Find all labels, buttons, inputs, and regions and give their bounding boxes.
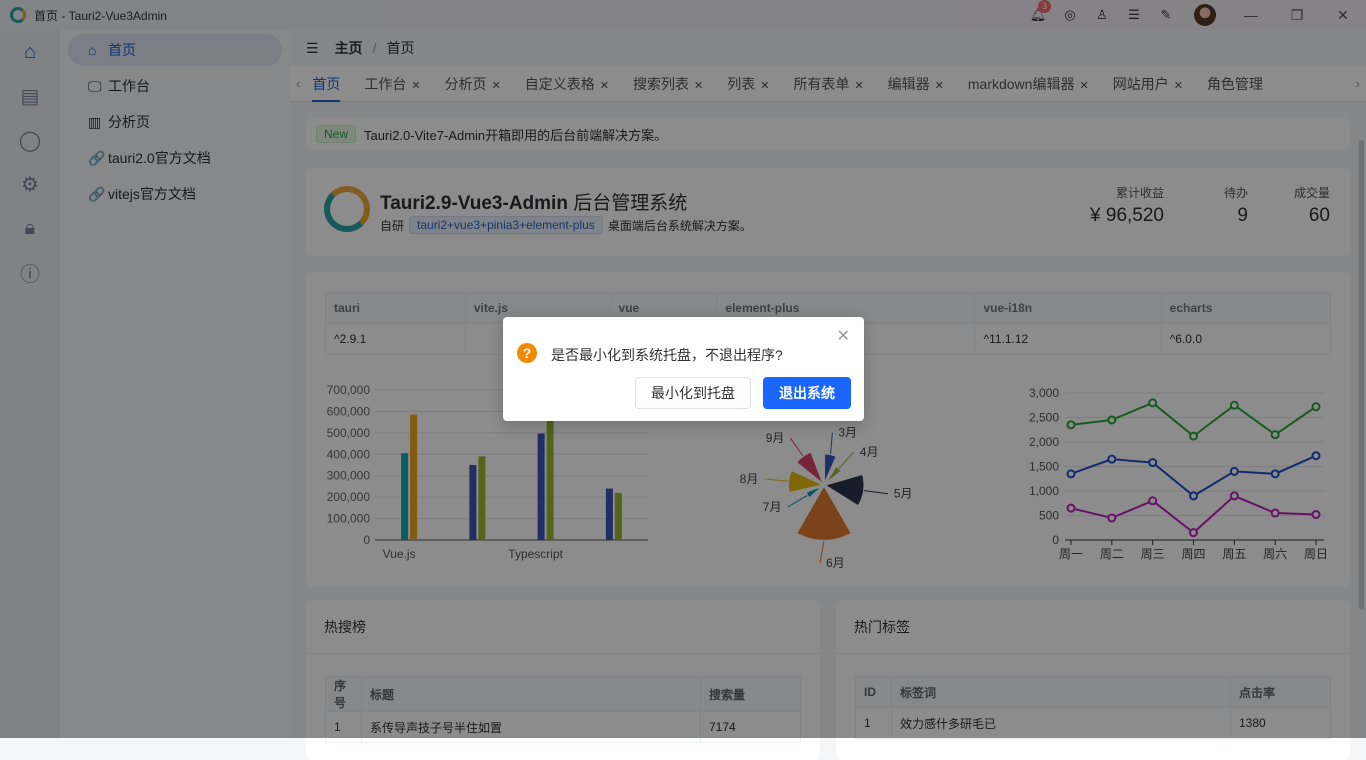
- confirm-dialog: ? 是否最小化到系统托盘，不退出程序? ✕ 最小化到托盘 退出系统: [503, 317, 864, 421]
- question-icon: ?: [517, 343, 537, 363]
- exit-system-button[interactable]: 退出系统: [763, 377, 851, 409]
- close-icon[interactable]: ✕: [837, 326, 850, 346]
- minimize-to-tray-button[interactable]: 最小化到托盘: [635, 377, 751, 409]
- dialog-message: 是否最小化到系统托盘，不退出程序?: [551, 347, 783, 363]
